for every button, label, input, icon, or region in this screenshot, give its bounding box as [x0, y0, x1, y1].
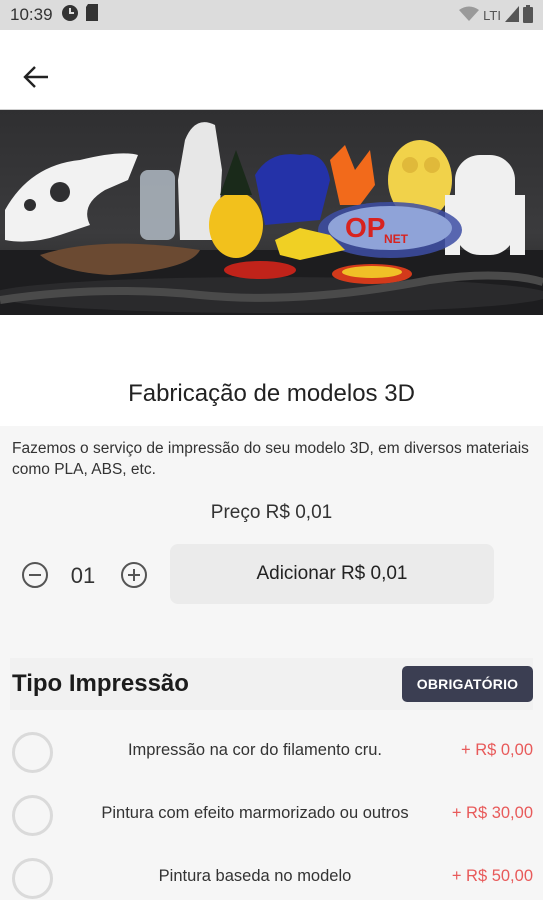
battery-icon — [523, 4, 533, 26]
status-time: 10:39 — [10, 5, 53, 24]
product-image: OP NET — [0, 110, 543, 315]
radio-button[interactable] — [12, 795, 53, 836]
option-label: Impressão na cor do filamento cru. — [127, 741, 383, 759]
option-label: Pintura baseda no modelo — [158, 867, 352, 885]
option-item[interactable]: Impressão na cor do filamento cru. + R$ … — [0, 722, 543, 782]
product-price: Preço R$ 0,01 — [210, 502, 333, 523]
section-title: Tipo Impressão — [12, 670, 189, 697]
sd-card-icon — [85, 4, 99, 26]
quantity-value: 01 — [70, 563, 96, 588]
radio-button[interactable] — [12, 858, 53, 899]
product-content: Fazemos o serviço de impressão do seu mo… — [0, 426, 543, 900]
product-description: Fazemos o serviço de impressão do seu mo… — [12, 440, 529, 478]
increase-quantity-button[interactable] — [121, 562, 147, 588]
option-price: + R$ 0,00 — [460, 741, 533, 759]
wifi-icon — [459, 6, 480, 25]
required-badge: OBRIGATÓRIO — [402, 666, 533, 702]
option-label: Pintura com efeito marmorizado ou outros — [101, 804, 409, 822]
product-title: Fabricação de modelos 3D — [128, 380, 415, 407]
radio-button[interactable] — [12, 732, 53, 773]
status-bar: 10:39 LTI — [0, 0, 543, 30]
option-item[interactable]: Pintura com efeito marmorizado ou outros… — [0, 785, 543, 845]
add-to-cart-label: Adicionar R$ 0,01 — [256, 563, 408, 584]
option-item[interactable]: Pintura baseda no modelo + R$ 50,00 — [0, 848, 543, 900]
signal-icon — [505, 5, 519, 25]
back-arrow-icon[interactable] — [20, 62, 54, 92]
logo-subtext: NET — [384, 232, 409, 246]
option-price: + R$ 50,00 — [451, 867, 533, 885]
app-bar — [0, 30, 543, 110]
logo-text: OP — [345, 212, 385, 243]
status-right: LTI — [459, 4, 533, 26]
decrease-quantity-button[interactable] — [22, 562, 48, 588]
section-header: Tipo Impressão OBRIGATÓRIO — [10, 658, 533, 710]
app-notification-icon — [61, 4, 79, 27]
add-to-cart-button[interactable]: Adicionar R$ 0,01 — [170, 544, 494, 604]
network-type: LTI — [483, 7, 501, 23]
option-price: + R$ 30,00 — [451, 804, 533, 822]
